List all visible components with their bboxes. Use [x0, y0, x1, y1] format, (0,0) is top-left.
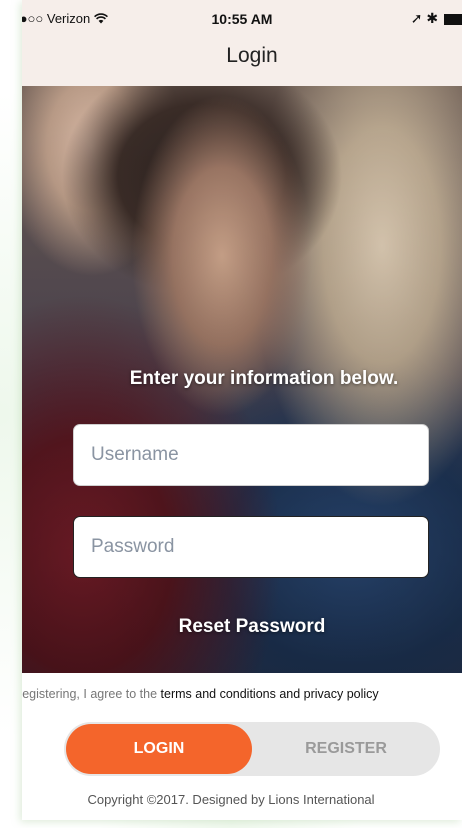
- copyright-text: Copyright ©2017. Designed by Lions Inter…: [87, 792, 375, 807]
- login-register-toggle: LOGIN REGISTER: [64, 722, 440, 776]
- reset-password-link[interactable]: Reset Password: [22, 616, 462, 638]
- bluetooth-icon: ✱: [426, 10, 439, 26]
- phone-screen: ●●●○○ Verizon 10:55 AM ➚ ✱ Login Enter y…: [22, 0, 462, 820]
- terms-prefix: By registering, I agree to the: [22, 687, 158, 701]
- battery-icon: [444, 13, 462, 25]
- password-field[interactable]: [73, 516, 429, 578]
- terms-link[interactable]: terms and conditions and privacy policy: [161, 687, 379, 701]
- location-arrow-icon: ➚: [410, 10, 423, 26]
- form-heading: Enter your information below.: [129, 368, 399, 389]
- register-button[interactable]: REGISTER: [254, 724, 438, 774]
- hero-image: Enter your information below. Reset Pass…: [22, 86, 462, 673]
- status-time: 10:55 AM: [211, 11, 273, 27]
- nav-bar: Login: [22, 40, 462, 86]
- status-bar: ●●●○○ Verizon 10:55 AM ➚ ✱: [22, 0, 462, 40]
- username-field[interactable]: [73, 424, 429, 486]
- page-title: Login: [226, 44, 278, 67]
- terms-notice: By registering, I agree to the terms and…: [22, 687, 462, 701]
- status-icons: ➚ ✱: [411, 10, 462, 27]
- login-button[interactable]: LOGIN: [66, 724, 252, 774]
